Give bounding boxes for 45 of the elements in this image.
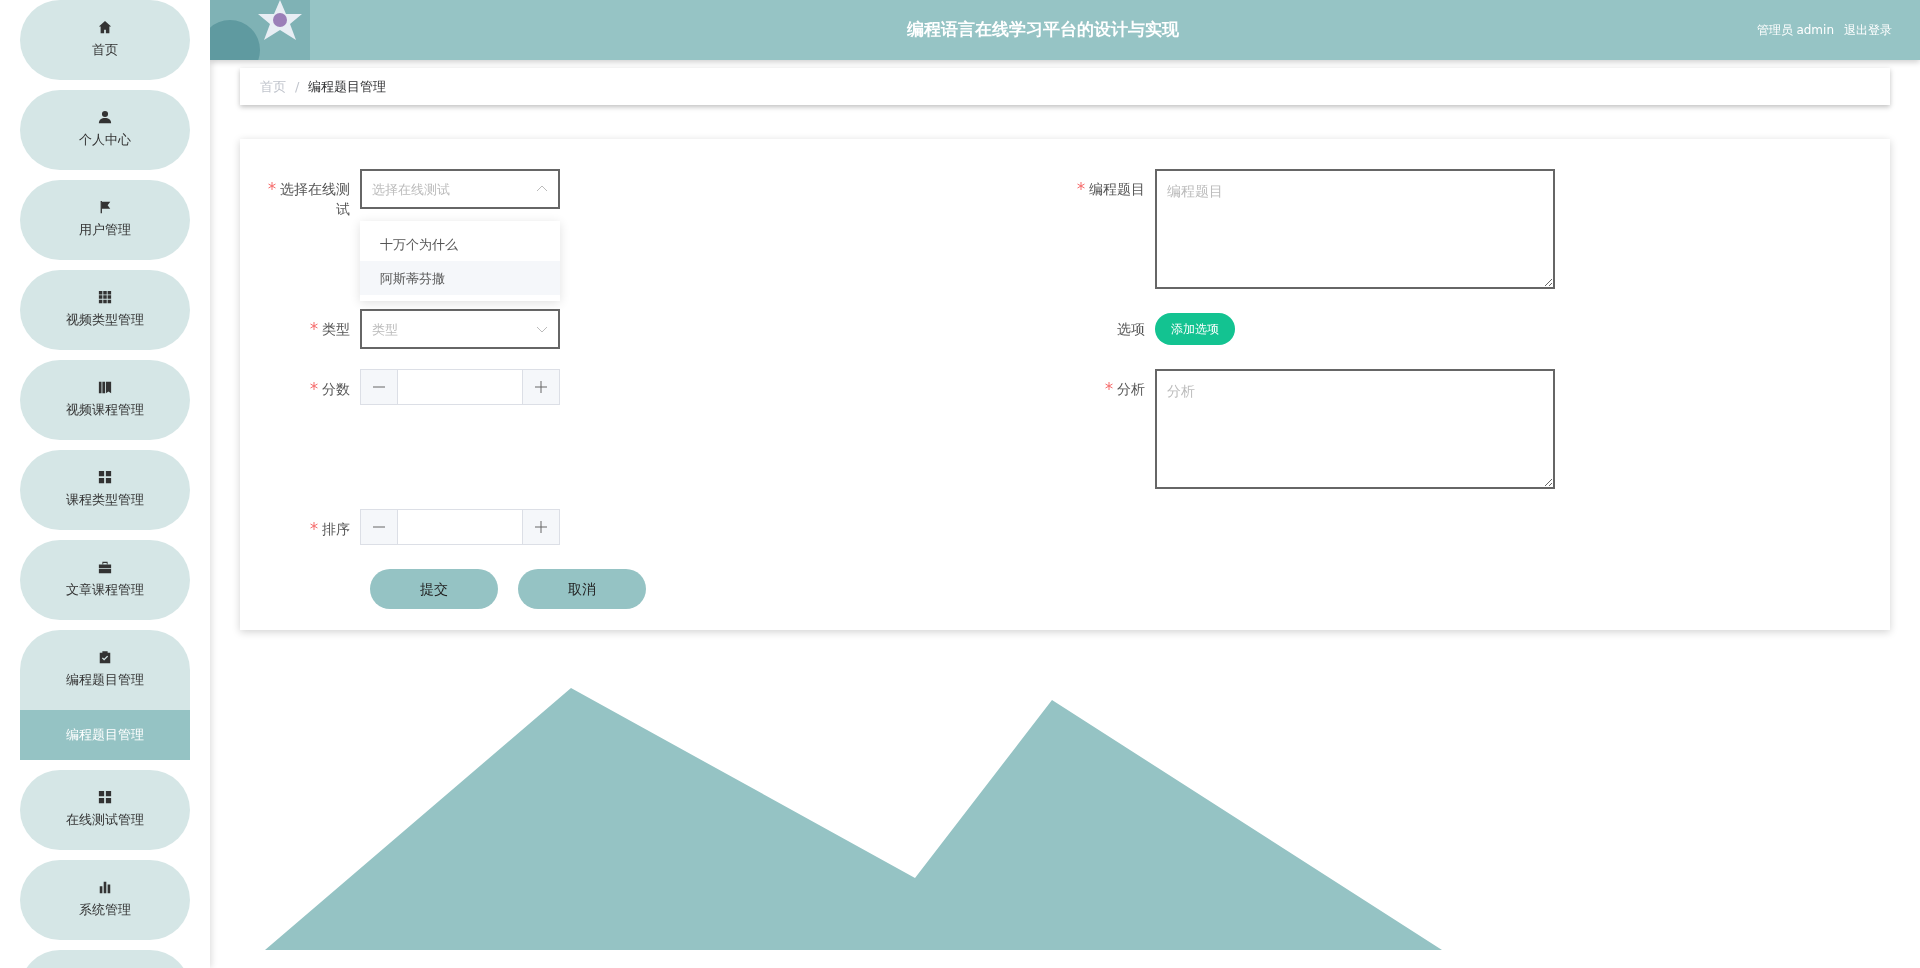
sidebar-item[interactable]: 系统管理 bbox=[20, 860, 190, 940]
sidebar-item[interactable]: 首页 bbox=[20, 0, 190, 80]
field-label: 选项 bbox=[1117, 321, 1145, 338]
book-icon bbox=[98, 380, 112, 395]
sidebar-item[interactable]: 个人中心 bbox=[20, 90, 190, 170]
sidebar-item[interactable]: 在线测试管理 bbox=[20, 770, 190, 850]
grid-icon bbox=[98, 470, 112, 485]
field-label: 编程题目 bbox=[1089, 181, 1145, 198]
form-button[interactable]: 提交 bbox=[370, 569, 498, 610]
plus-button[interactable] bbox=[523, 370, 559, 405]
grid-icon bbox=[98, 790, 112, 805]
bar-chart-icon bbox=[98, 880, 112, 895]
minus-button[interactable] bbox=[361, 510, 397, 545]
dropdown-option[interactable]: 十万个为什么 bbox=[360, 227, 560, 262]
plus-icon bbox=[535, 521, 547, 534]
user-icon bbox=[98, 110, 112, 125]
grid-icon bbox=[98, 290, 112, 305]
clipboard-check-icon bbox=[98, 650, 112, 665]
breadcrumb-current: 编程题目管理 bbox=[308, 77, 387, 96]
sidebar-item[interactable]: 文章课程管理 bbox=[20, 540, 190, 620]
field-label: 类型 bbox=[322, 321, 350, 338]
field-label: 选择在线测试 bbox=[280, 181, 350, 218]
plus-button[interactable] bbox=[523, 510, 559, 545]
form-button[interactable]: 取消 bbox=[518, 569, 646, 610]
plus-icon bbox=[535, 381, 547, 394]
flag-icon bbox=[98, 200, 112, 215]
field-label: 分数 bbox=[322, 381, 350, 398]
number-stepper[interactable] bbox=[360, 369, 560, 406]
page-title: 编程语言在线学习平台的设计与实现 bbox=[906, 18, 1181, 42]
textarea-field[interactable]: 编程题目 bbox=[1155, 169, 1555, 290]
dropdown-option[interactable]: 阿斯蒂芬撒 bbox=[360, 261, 560, 296]
briefcase-icon bbox=[98, 560, 112, 575]
home-icon bbox=[98, 20, 112, 35]
minus-button[interactable] bbox=[361, 370, 397, 405]
textarea-field[interactable]: 分析 bbox=[1155, 369, 1555, 490]
sidebar-item[interactable]: 课程类型管理 bbox=[20, 450, 190, 530]
sidebar-item[interactable]: 视频类型管理 bbox=[20, 270, 190, 350]
sidebar-item[interactable]: 编程题目管理 bbox=[20, 630, 190, 710]
field-label: 排序 bbox=[322, 521, 350, 538]
breadcrumb-separator: / bbox=[295, 77, 300, 96]
field-label: 分析 bbox=[1117, 381, 1145, 398]
sidebar-item[interactable]: 视频课程管理 bbox=[20, 360, 190, 440]
sidebar-item[interactable]: 用户管理 bbox=[20, 180, 190, 260]
user-label: 管理员 admin bbox=[1756, 22, 1834, 39]
number-stepper[interactable] bbox=[360, 509, 560, 546]
